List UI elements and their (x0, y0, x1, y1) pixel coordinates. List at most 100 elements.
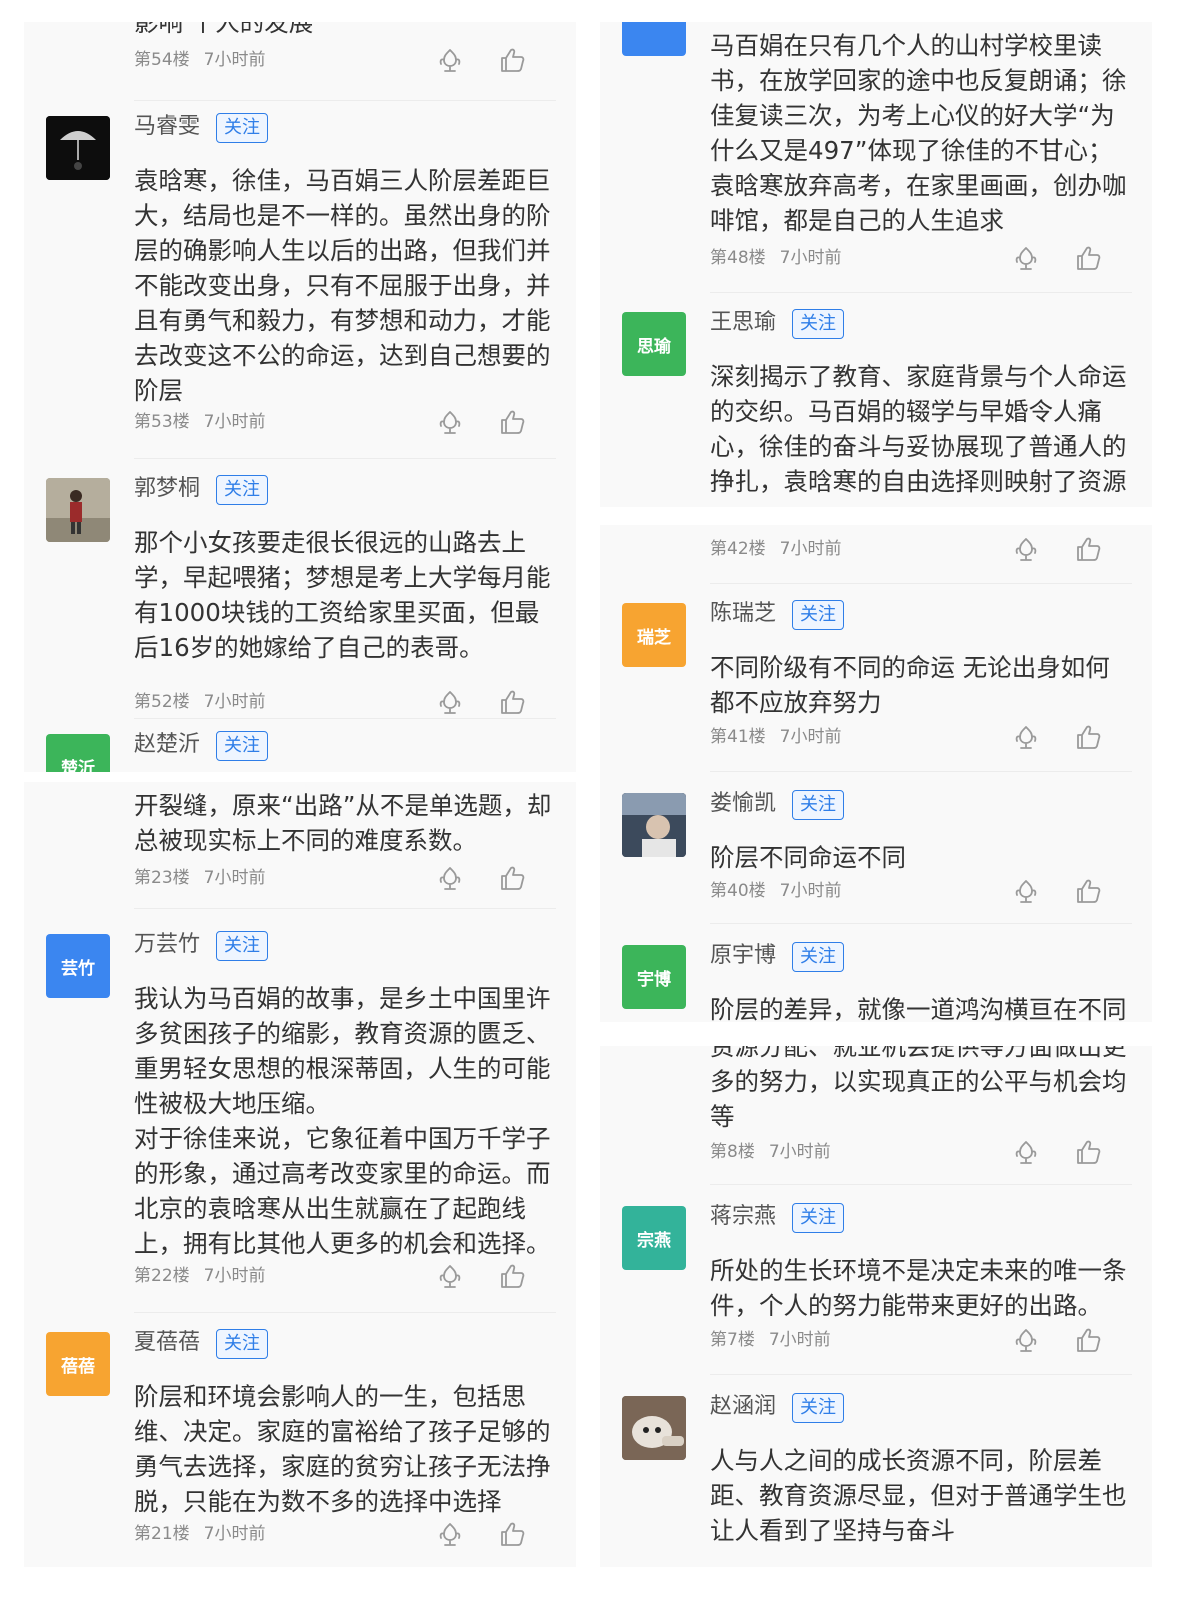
like-thumb-icon[interactable] (498, 408, 526, 436)
umbrella-photo-icon (46, 116, 110, 180)
like-thumb-icon[interactable] (498, 688, 526, 716)
comment-text: 那个小女孩要走很长很远的山路去上学，早起喂猪；梦想是考上大学每月能有1000块钱… (134, 528, 551, 662)
right-panel-middle: 第42楼 7小时前 瑞芝 陈瑞芝 关注 不同阶级有不同的命运 无论出身如何都不应放… (600, 525, 1152, 1022)
avatar[interactable]: 宇博 (622, 945, 686, 1009)
like-thumb-icon[interactable] (498, 1262, 526, 1290)
follow-button[interactable]: 关注 (216, 1329, 268, 1359)
left-panel-top: 影响 个人的发展 第54楼 7小时前 马睿雯 关注 袁晗寒，徐佳，马百娟三人阶层差… (24, 22, 576, 772)
floor-number: 第48楼 (710, 248, 766, 268)
comment-text: 袁晗寒，徐佳，马百娟三人阶层差距巨大，结局也是不一样的。虽然出身的阶层的确影响人… (134, 166, 551, 405)
avatar[interactable] (622, 22, 686, 56)
avatar[interactable] (46, 478, 110, 542)
flower-icon[interactable] (1012, 1138, 1040, 1166)
timestamp: 7小时前 (779, 881, 842, 901)
username[interactable]: 蒋宗燕 (710, 1203, 776, 1231)
avatar[interactable] (622, 1396, 686, 1460)
flower-icon[interactable] (436, 1262, 464, 1290)
floor-number: 第42楼 (710, 539, 766, 559)
timestamp: 7小时前 (203, 1524, 266, 1544)
like-thumb-icon[interactable] (498, 864, 526, 892)
flower-icon[interactable] (436, 1520, 464, 1548)
timestamp: 7小时前 (203, 692, 266, 712)
like-thumb-icon[interactable] (1074, 1138, 1102, 1166)
username[interactable]: 赵楚沂 (134, 731, 200, 759)
avatar[interactable] (46, 116, 110, 180)
flower-icon[interactable] (436, 688, 464, 716)
follow-button[interactable]: 关注 (792, 1393, 844, 1423)
comment-text: 开裂缝，原来“出路”从不是单选题，却总被现实标上不同的难度系数。 (134, 791, 552, 855)
timestamp: 7小时前 (203, 50, 266, 70)
like-thumb-icon[interactable] (1074, 723, 1102, 751)
floor-number: 第21楼 (134, 1524, 190, 1544)
username[interactable]: 陈瑞芝 (710, 600, 776, 628)
flower-icon[interactable] (436, 46, 464, 74)
right-panel-top: 马百娟在只有几个人的山村学校里读书，在放学回家的途中也反复朗诵；徐佳复读三次，为… (600, 22, 1152, 507)
like-thumb-icon[interactable] (1074, 1326, 1102, 1354)
username[interactable]: 原宇博 (710, 942, 776, 970)
follow-button[interactable]: 关注 (792, 1203, 844, 1233)
username[interactable]: 马睿雯 (134, 113, 200, 141)
avatar[interactable]: 芸竹 (46, 934, 110, 998)
floor-number: 第41楼 (710, 727, 766, 747)
comment-text: 我认为马百娟的故事，是乡土中国里许多贫困孩子的缩影，教育资源的匮乏、重男轻女思想… (134, 984, 551, 1258)
avatar[interactable]: 思瑜 (622, 312, 686, 376)
like-thumb-icon[interactable] (1074, 244, 1102, 272)
username[interactable]: 万芸竹 (134, 931, 200, 959)
flower-icon[interactable] (1012, 723, 1040, 751)
comment-text: 马百娟在只有几个人的山村学校里读书，在放学回家的途中也反复朗诵；徐佳复读三次，为… (710, 31, 1127, 235)
follow-button[interactable]: 关注 (216, 475, 268, 505)
flower-icon[interactable] (1012, 877, 1040, 905)
avatar[interactable] (622, 793, 686, 857)
right-panel-bottom: 资源分配、就业机会提供等方面做出更多的努力，以实现真正的公平与机会均等 第8楼 7… (600, 1046, 1152, 1567)
comment-text: 所处的生长环境不是决定未来的唯一条件，个人的努力能带来更好的出路。 (710, 1256, 1127, 1320)
floor-number: 第7楼 (710, 1330, 755, 1350)
comment-text: 资源分配、就业机会提供等方面做出更多的努力，以实现真正的公平与机会均等 (710, 1046, 1127, 1131)
comment-text: 阶层的差异，就像一道鸿沟横亘在不同 (710, 995, 1127, 1022)
flower-icon[interactable] (1012, 535, 1040, 563)
floor-number: 第54楼 (134, 50, 190, 70)
avatar[interactable]: 瑞芝 (622, 603, 686, 667)
comment-text: 不同阶级有不同的命运 无论出身如何都不应放弃努力 (710, 653, 1110, 717)
timestamp: 7小时前 (779, 248, 842, 268)
username[interactable]: 郭梦桐 (134, 475, 200, 503)
comment-text: 阶层不同命运不同 (710, 843, 906, 872)
follow-button[interactable]: 关注 (216, 931, 268, 961)
avatar[interactable]: 楚沂 (46, 734, 110, 772)
follow-button[interactable]: 关注 (792, 309, 844, 339)
timestamp: 7小时前 (779, 539, 842, 559)
like-thumb-icon[interactable] (1074, 877, 1102, 905)
username[interactable]: 王思瑜 (710, 309, 776, 337)
girl-photo-icon (46, 478, 110, 542)
flower-icon[interactable] (1012, 1326, 1040, 1354)
username[interactable]: 赵涵润 (710, 1393, 776, 1421)
floor-number: 第53楼 (134, 412, 190, 432)
like-thumb-icon[interactable] (1074, 535, 1102, 563)
like-thumb-icon[interactable] (498, 46, 526, 74)
person-photo-icon (622, 793, 686, 857)
timestamp: 7小时前 (203, 412, 266, 432)
comment-text: 深刻揭示了教育、家庭背景与个人命运的交织。马百娟的辍学与早婚令人痛心，徐佳的奋斗… (710, 362, 1127, 496)
floor-number: 第40楼 (710, 881, 766, 901)
follow-button[interactable]: 关注 (792, 790, 844, 820)
avatar[interactable]: 宗燕 (622, 1206, 686, 1270)
flower-icon[interactable] (436, 864, 464, 892)
floor-number: 第52楼 (134, 692, 190, 712)
avatar[interactable]: 蓓蓓 (46, 1332, 110, 1396)
timestamp: 7小时前 (768, 1142, 831, 1162)
timestamp: 7小时前 (203, 868, 266, 888)
cat-photo-icon (622, 1396, 686, 1460)
floor-number: 第8楼 (710, 1142, 755, 1162)
timestamp: 7小时前 (203, 1266, 266, 1286)
flower-icon[interactable] (1012, 244, 1040, 272)
follow-button[interactable]: 关注 (792, 600, 844, 630)
follow-button[interactable]: 关注 (216, 731, 268, 761)
username[interactable]: 夏蓓蓓 (134, 1329, 200, 1357)
floor-number: 第22楼 (134, 1266, 190, 1286)
follow-button[interactable]: 关注 (216, 113, 268, 143)
floor-number: 第23楼 (134, 868, 190, 888)
flower-icon[interactable] (436, 408, 464, 436)
like-thumb-icon[interactable] (498, 1520, 526, 1548)
comment-text: 阶层和环境会影响人的一生，包括思维、决定。家庭的富裕给了孩子足够的勇气去选择，家… (134, 1382, 551, 1516)
follow-button[interactable]: 关注 (792, 942, 844, 972)
username[interactable]: 娄愉凯 (710, 790, 776, 818)
